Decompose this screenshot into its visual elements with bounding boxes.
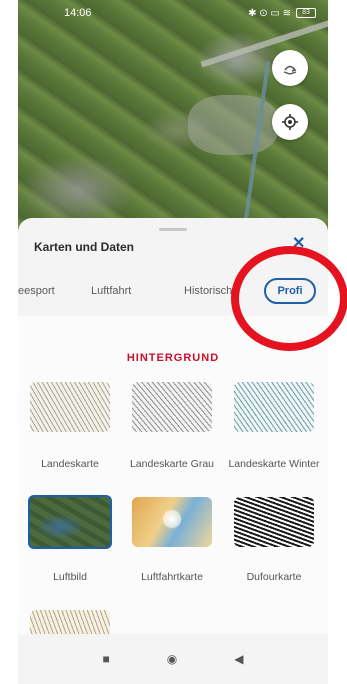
gps-locate-icon [282,114,298,130]
sheet-title: Karten und Daten [34,240,135,254]
back-button[interactable]: ◀ [234,652,243,666]
compass-rotate-icon [283,65,297,75]
map-label-landeskarte-grau: Landeskarte Grau [129,458,215,470]
map-thumb-landeskarte-grau[interactable] [132,382,212,432]
system-nav-bar: ■ ◉ ◀ [18,634,328,684]
rotate-map-button[interactable] [272,50,308,86]
phone-screen: 14:06 ✱ ⊙ ▭ ≋ 83 Karten und Daten ✕ eesp… [18,0,328,684]
status-time: 14:06 [64,7,92,19]
map-thumb-landeskarte[interactable] [30,382,110,432]
status-indicator-icons: ✱ ⊙ ▭ ≋ [248,7,291,19]
tab-profi[interactable]: Profi [264,278,316,304]
status-icons: ✱ ⊙ ▭ ≋ 83 [248,8,316,19]
maps-and-data-sheet: Karten und Daten ✕ eesport Luftfahrt His… [18,218,328,684]
battery-icon: 83 [296,8,316,18]
close-icon[interactable]: ✕ [292,233,305,253]
section-heading: HINTERGRUND [126,352,220,364]
recents-button[interactable]: ■ [103,652,110,666]
map-thumb-luftbild[interactable] [28,495,112,549]
home-button[interactable]: ◉ [167,652,177,666]
tab-luftfahrt[interactable]: Luftfahrt [91,285,131,297]
map-label-luftfahrtkarte: Luftfahrtkarte [141,571,203,583]
map-label-landeskarte: Landeskarte [41,458,99,470]
status-bar: 14:06 ✱ ⊙ ▭ ≋ 83 [18,0,328,26]
map-town-area [188,95,278,155]
map-thumb-landeskarte-winter[interactable] [234,382,314,432]
background-maps-section: HINTERGRUND Landeskarte Landeskarte Grau… [18,316,328,650]
locate-me-button[interactable] [272,104,308,140]
map-thumb-dufourkarte[interactable] [234,497,314,547]
tab-wintersport[interactable]: eesport [18,285,55,297]
map-label-landeskarte-winter: Landeskarte Winter [228,458,320,470]
map-label-luftbild: Luftbild [53,571,87,583]
tab-historisch[interactable]: Historisch [184,285,232,297]
sheet-drag-handle[interactable] [159,228,187,231]
map-thumb-luftfahrtkarte[interactable] [132,497,212,547]
category-tabs: eesport Luftfahrt Historisch Profi [18,276,328,316]
map-label-dufourkarte: Dufourkarte [246,571,302,583]
